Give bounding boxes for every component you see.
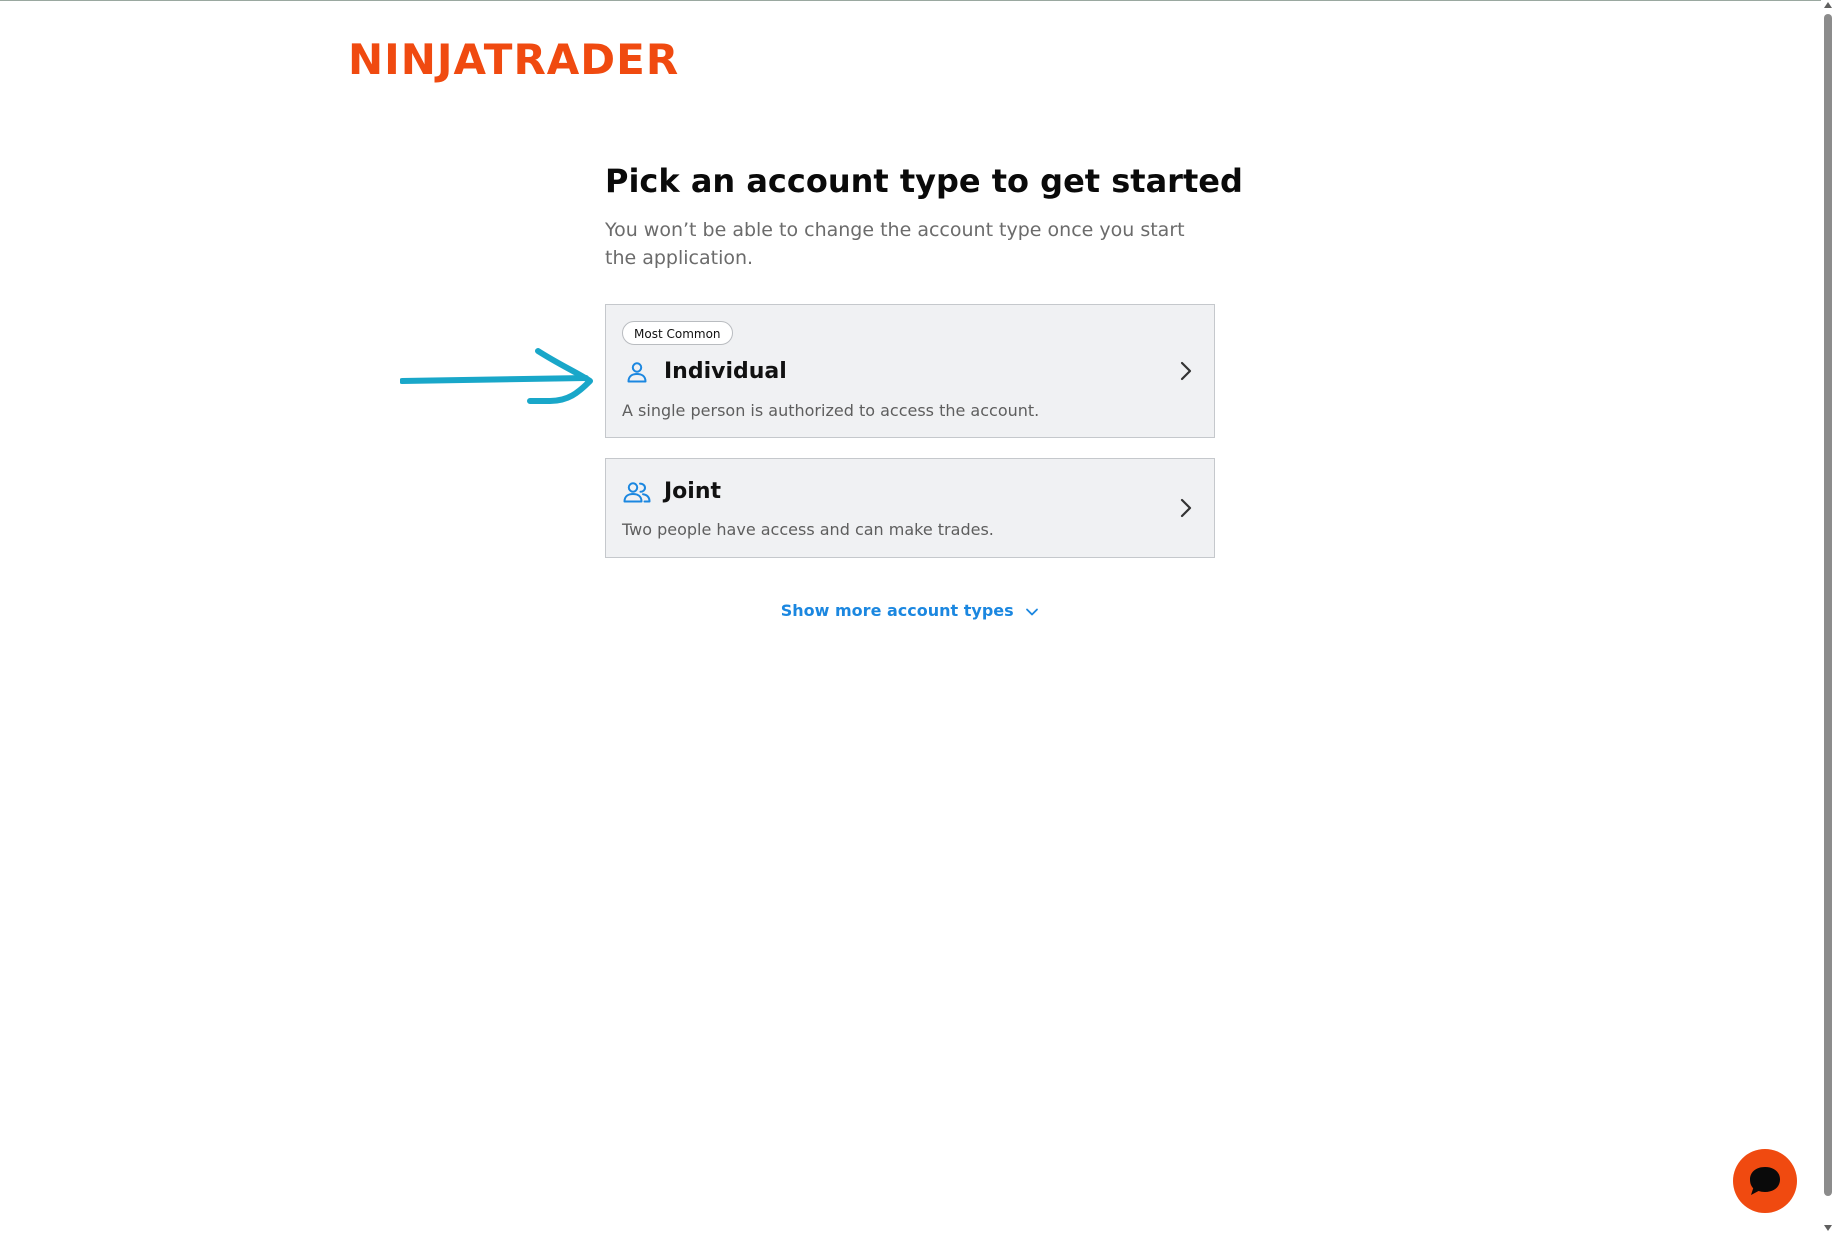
arrow-right-icon bbox=[400, 348, 593, 404]
people-icon bbox=[622, 477, 652, 507]
show-more-label: Show more account types bbox=[780, 601, 1014, 620]
account-type-individual[interactable]: Most Common Individual A single person i… bbox=[605, 304, 1215, 438]
page-subtitle: You won’t be able to change the account … bbox=[605, 219, 1185, 269]
chat-button[interactable] bbox=[1733, 1149, 1797, 1213]
chevron-down-icon bbox=[1026, 608, 1039, 615]
ninjatrader-logo[interactable]: NINJATRADER bbox=[348, 36, 679, 84]
card-description: Two people have access and can make trad… bbox=[622, 520, 994, 539]
most-common-badge: Most Common bbox=[622, 321, 733, 345]
card-header: Individual bbox=[622, 357, 787, 387]
card-description: A single person is authorized to access … bbox=[622, 401, 1040, 420]
chat-bubble-icon bbox=[1750, 1167, 1780, 1195]
show-more-account-types-link[interactable]: Show more account types bbox=[605, 600, 1215, 622]
chevron-right-icon bbox=[1176, 494, 1196, 522]
card-header: Joint bbox=[622, 477, 721, 507]
top-border bbox=[0, 0, 1835, 1]
scroll-down-arrow-icon[interactable] bbox=[1824, 1225, 1832, 1231]
page-title: Pick an account type to get started bbox=[605, 162, 1243, 200]
vertical-scrollbar[interactable] bbox=[1821, 0, 1835, 1233]
person-icon bbox=[622, 357, 652, 387]
scrollbar-thumb[interactable] bbox=[1824, 14, 1832, 1196]
card-title: Individual bbox=[664, 359, 787, 384]
account-type-joint[interactable]: Joint Two people have access and can mak… bbox=[605, 458, 1215, 558]
chevron-right-icon bbox=[1176, 357, 1196, 385]
scroll-up-arrow-icon[interactable] bbox=[1824, 2, 1832, 8]
card-title: Joint bbox=[664, 479, 722, 504]
page: NINJATRADER Pick an account type to get … bbox=[0, 0, 1835, 1233]
account-type-section: Pick an account type to get started You … bbox=[605, 160, 1243, 622]
